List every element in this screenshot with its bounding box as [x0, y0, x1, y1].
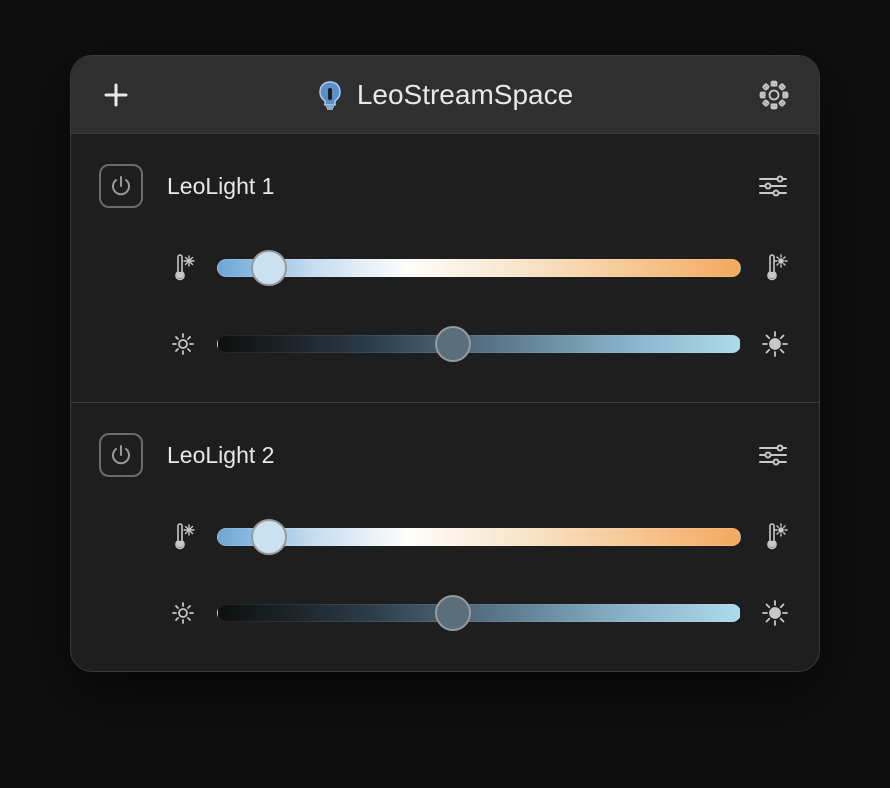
light-name: LeoLight 1 — [167, 173, 731, 200]
add-button[interactable] — [99, 78, 133, 112]
temperature-warm-icon — [759, 252, 791, 284]
lights-container: LeoLight 1 — [71, 134, 819, 671]
power-button[interactable] — [99, 164, 143, 208]
temperature-slider[interactable] — [217, 250, 741, 286]
plus-icon — [102, 81, 130, 109]
header-bar: LeoStreamSpace — [71, 56, 819, 134]
light-panel: LeoLight 2 — [71, 403, 819, 671]
temperature-slider-row — [99, 250, 791, 286]
brightness-low-icon — [167, 597, 199, 629]
sliders-icon — [758, 174, 788, 198]
app-window: LeoStreamSpace — [70, 55, 820, 672]
light-header: LeoLight 2 — [99, 433, 791, 477]
brightness-low-icon — [167, 328, 199, 360]
app-logo-icon — [317, 80, 343, 110]
brightness-slider-row — [99, 595, 791, 631]
temperature-slider[interactable] — [217, 519, 741, 555]
temperature-cold-icon — [167, 252, 199, 284]
light-settings-button[interactable] — [755, 168, 791, 204]
temperature-track — [217, 528, 741, 546]
sliders-icon — [758, 443, 788, 467]
brightness-slider[interactable] — [217, 595, 741, 631]
brightness-track — [217, 335, 741, 353]
brightness-slider-row — [99, 326, 791, 362]
temperature-warm-icon — [759, 521, 791, 553]
brightness-thumb[interactable] — [435, 595, 471, 631]
temperature-track — [217, 259, 741, 277]
light-header: LeoLight 1 — [99, 164, 791, 208]
app-title: LeoStreamSpace — [357, 79, 573, 111]
brightness-high-icon — [759, 597, 791, 629]
brightness-slider[interactable] — [217, 326, 741, 362]
brightness-thumb[interactable] — [435, 326, 471, 362]
gear-icon — [759, 80, 789, 110]
temperature-thumb[interactable] — [251, 519, 287, 555]
settings-button[interactable] — [757, 78, 791, 112]
power-icon — [110, 444, 132, 466]
temperature-slider-row — [99, 519, 791, 555]
power-icon — [110, 175, 132, 197]
power-button[interactable] — [99, 433, 143, 477]
light-settings-button[interactable] — [755, 437, 791, 473]
light-panel: LeoLight 1 — [71, 134, 819, 403]
brightness-high-icon — [759, 328, 791, 360]
temperature-cold-icon — [167, 521, 199, 553]
light-name: LeoLight 2 — [167, 442, 731, 469]
brightness-track — [217, 604, 741, 622]
temperature-thumb[interactable] — [251, 250, 287, 286]
title-group: LeoStreamSpace — [133, 79, 757, 111]
